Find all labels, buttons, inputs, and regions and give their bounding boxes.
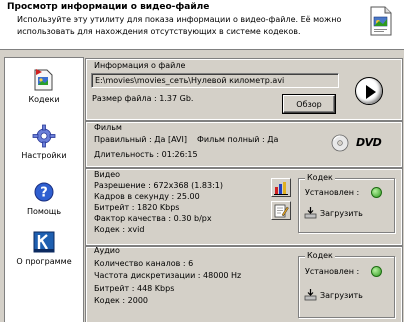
audio-title: Аудио: [94, 246, 120, 255]
video-codec-label: Кодек : xvid: [94, 225, 145, 234]
header-panel: Просмотр информации о видео-файле Исполь…: [0, 0, 404, 50]
sidebar-item-label: О программе: [16, 257, 72, 266]
audio-codec-box: Кодек Установлен : Загрузить: [298, 251, 395, 318]
video-title: Видео: [94, 170, 121, 179]
dvd-badge-text: DVD: [356, 136, 382, 149]
video-codec-box: Кодек Установлен : Загрузить: [298, 173, 395, 233]
audio-channels-label: Количество каналов : 6: [94, 259, 194, 268]
sidebar-item-help[interactable]: ? Помощь: [5, 180, 83, 216]
sidebar-item-codecs[interactable]: Кодеки: [5, 68, 83, 104]
download-icon: [304, 207, 317, 219]
about-k-icon: [33, 231, 55, 253]
browse-button[interactable]: Обзор: [282, 94, 336, 114]
video-download-button[interactable]: Загрузить: [302, 206, 392, 221]
bar-stats-icon: [274, 182, 288, 195]
play-button[interactable]: [355, 77, 383, 105]
audio-installed-label: Установлен :: [305, 267, 360, 276]
video-installed-label: Установлен :: [305, 188, 360, 197]
download-icon: [304, 289, 317, 301]
window-title: Просмотр информации о видео-файле: [7, 2, 210, 12]
sidebar-item-about[interactable]: О программе: [5, 230, 83, 266]
video-codec-box-title: Кодек: [305, 173, 335, 183]
audio-download-button[interactable]: Загрузить: [302, 288, 392, 303]
codecs-icon: [34, 69, 53, 91]
video-installed-status-icon: [371, 187, 382, 198]
video-resolution-label: Разрешение : 672x368 (1.83:1): [94, 181, 224, 190]
sidebar: Кодеки Настройки ? Помощь О программе: [4, 57, 84, 322]
video-quality-label: Фактор качества : 0.30 b/px: [94, 214, 212, 223]
header-description: Используйте эту утилиту для показа инфор…: [17, 15, 342, 36]
video-fps-label: Кадров в секунду : 25.00: [94, 192, 200, 201]
audio-codec-box-title: Кодек: [305, 251, 335, 261]
file-path-field[interactable]: E:\movies\movies_сеть\Нулевой километр.a…: [91, 73, 339, 88]
audio-codec-label: Кодек : 2000: [94, 296, 148, 305]
settings-gear-icon: [32, 124, 56, 148]
sidebar-item-label: Кодеки: [28, 95, 60, 104]
video-download-label: Загрузить: [320, 209, 363, 218]
dvd-logo: DVD: [356, 136, 394, 150]
audio-download-label: Загрузить: [320, 291, 363, 300]
document-video-icon: [370, 6, 392, 36]
video-bitrate-label: Битрейт : 1820 Kbps: [94, 203, 180, 212]
disc-icon: [331, 134, 349, 152]
sidebar-item-label: Настройки: [21, 151, 67, 160]
audio-installed-status-icon: [371, 266, 382, 277]
edit-button[interactable]: [271, 201, 291, 220]
film-title: Фильм: [94, 123, 122, 132]
audio-bitrate-label: Битрейт : 448 Kbps: [94, 284, 175, 293]
video-info-window: Просмотр информации о видео-файле Исполь…: [0, 0, 404, 322]
film-duration-label: Длительность : 01:26:15: [94, 150, 198, 159]
file-info-title: Информация о файле: [94, 61, 186, 70]
sidebar-item-label: Помощь: [26, 207, 62, 216]
file-info-section: Информация о файле E:\movies\movies_сеть…: [85, 58, 403, 121]
content-area: Информация о файле E:\movies\movies_сеть…: [85, 57, 404, 322]
help-icon: ?: [34, 182, 54, 202]
audio-sample-rate-label: Частота дискретизации : 48000 Hz: [94, 271, 242, 280]
stats-button[interactable]: [271, 178, 291, 197]
film-full-label: Фильм полный : Да: [197, 135, 279, 144]
svg-text:?: ?: [40, 186, 48, 201]
video-section: Видео Разрешение : 672x368 (1.83:1) Кадр…: [85, 168, 403, 246]
file-size-label: Размер файла : 1.37 Gb.: [92, 94, 194, 103]
sidebar-item-settings[interactable]: Настройки: [5, 124, 83, 160]
film-correct-label: Правильный : Да [AVI]: [94, 135, 187, 144]
edit-note-icon: [274, 204, 289, 218]
film-section: Фильм Правильный : Да [AVI] Фильм полный…: [85, 121, 403, 168]
audio-section: Аудио Количество каналов : 6 Частота дис…: [85, 246, 403, 322]
